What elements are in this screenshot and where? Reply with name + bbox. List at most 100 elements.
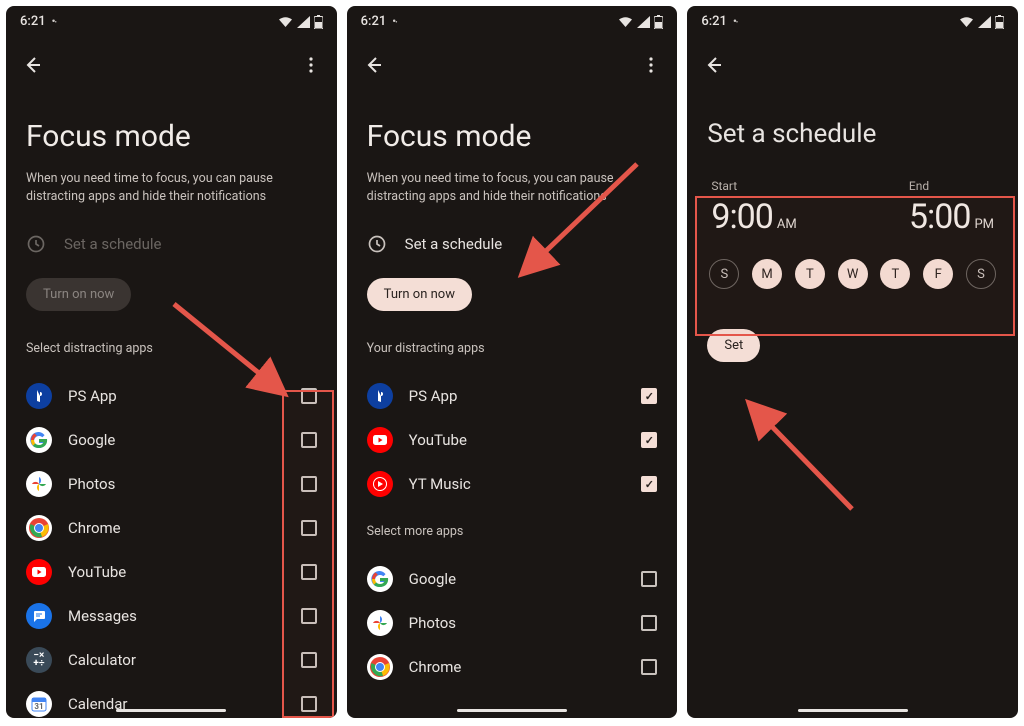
app-row[interactable]: 31Calendar bbox=[26, 682, 317, 718]
end-time: 5:00 bbox=[909, 197, 971, 237]
svg-text:31: 31 bbox=[34, 702, 43, 711]
battery-icon bbox=[995, 15, 1004, 29]
app-checkbox[interactable] bbox=[301, 520, 317, 536]
app-checkbox[interactable] bbox=[301, 564, 317, 580]
app-row[interactable]: PS App bbox=[26, 374, 317, 418]
messages-icon bbox=[26, 603, 52, 629]
your-app-row[interactable]: YouTube bbox=[367, 418, 658, 462]
app-checkbox[interactable] bbox=[301, 608, 317, 624]
status-time: 6:21 bbox=[361, 14, 387, 29]
more-app-row[interactable]: Chrome bbox=[367, 645, 658, 689]
ps-icon bbox=[367, 383, 393, 409]
day-toggle[interactable]: S bbox=[709, 259, 739, 289]
overflow-menu-button[interactable] bbox=[639, 53, 663, 77]
status-bar: 6:21 bbox=[347, 6, 678, 33]
app-name-label: YouTube bbox=[409, 431, 626, 449]
start-time-picker[interactable]: 9:00 AM bbox=[711, 197, 796, 237]
section-more-apps: Select more apps bbox=[367, 524, 658, 539]
app-name-label: YT Music bbox=[409, 475, 626, 493]
app-row[interactable]: Google bbox=[26, 418, 317, 462]
app-row[interactable]: YouTube bbox=[26, 550, 317, 594]
app-name-label: YouTube bbox=[68, 563, 285, 581]
status-notif-icon bbox=[392, 14, 396, 29]
nav-handle[interactable] bbox=[457, 709, 567, 712]
signal-icon bbox=[978, 16, 991, 28]
start-label: Start bbox=[711, 179, 796, 193]
clock-icon bbox=[26, 234, 46, 254]
app-checkbox[interactable] bbox=[301, 696, 317, 712]
app-checkbox[interactable] bbox=[641, 571, 657, 587]
nav-handle[interactable] bbox=[116, 709, 226, 712]
app-checkbox[interactable] bbox=[301, 388, 317, 404]
chrome-icon bbox=[367, 654, 393, 680]
section-label: Select distracting apps bbox=[26, 341, 317, 356]
app-checkbox[interactable] bbox=[641, 432, 657, 448]
top-nav bbox=[347, 33, 678, 83]
annotation-arrow bbox=[737, 391, 867, 521]
page-subtitle: When you need time to focus, you can pau… bbox=[26, 170, 317, 206]
status-time: 6:21 bbox=[701, 14, 727, 29]
battery-icon bbox=[314, 15, 323, 29]
app-row[interactable]: −×+÷Calculator bbox=[26, 638, 317, 682]
back-button[interactable] bbox=[20, 53, 44, 77]
day-toggle[interactable]: T bbox=[880, 259, 910, 289]
day-toggle[interactable]: T bbox=[795, 259, 825, 289]
app-checkbox[interactable] bbox=[641, 476, 657, 492]
app-name-label: Google bbox=[68, 431, 285, 449]
your-app-row[interactable]: PS App bbox=[367, 374, 658, 418]
back-button[interactable] bbox=[361, 53, 385, 77]
day-toggle[interactable]: S bbox=[966, 259, 996, 289]
end-ampm: PM bbox=[974, 217, 994, 232]
clock-icon bbox=[367, 234, 387, 254]
phone-screen-2: 6:21 Focus mode When you need time to fo… bbox=[347, 6, 678, 718]
app-name-label: Messages bbox=[68, 607, 285, 625]
start-ampm: AM bbox=[777, 217, 797, 232]
page-title: Focus mode bbox=[26, 119, 317, 154]
your-app-row[interactable]: YT Music bbox=[367, 462, 658, 506]
turn-on-now-button[interactable]: Turn on now bbox=[26, 278, 131, 311]
app-name-label: PS App bbox=[68, 387, 285, 405]
wifi-icon bbox=[278, 16, 293, 28]
google-icon bbox=[367, 566, 393, 592]
app-name-label: PS App bbox=[409, 387, 626, 405]
more-app-row[interactable]: Google bbox=[367, 557, 658, 601]
end-time-picker[interactable]: 5:00 PM bbox=[909, 197, 994, 237]
app-row[interactable]: Chrome bbox=[26, 506, 317, 550]
ytmusic-icon bbox=[367, 471, 393, 497]
day-toggle[interactable]: F bbox=[923, 259, 953, 289]
chrome-icon bbox=[26, 515, 52, 541]
status-time: 6:21 bbox=[20, 14, 46, 29]
wifi-icon bbox=[618, 16, 633, 28]
back-button[interactable] bbox=[701, 53, 725, 77]
status-notif-icon bbox=[52, 14, 56, 29]
app-name-label: Chrome bbox=[409, 658, 626, 676]
overflow-menu-button[interactable] bbox=[299, 53, 323, 77]
status-bar: 6:21 bbox=[687, 6, 1018, 33]
app-row[interactable]: Messages bbox=[26, 594, 317, 638]
top-nav bbox=[6, 33, 337, 83]
app-name-label: Chrome bbox=[68, 519, 285, 537]
wifi-icon bbox=[959, 16, 974, 28]
app-checkbox[interactable] bbox=[641, 659, 657, 675]
app-checkbox[interactable] bbox=[301, 652, 317, 668]
app-checkbox[interactable] bbox=[301, 476, 317, 492]
app-checkbox[interactable] bbox=[641, 615, 657, 631]
day-toggle[interactable]: M bbox=[752, 259, 782, 289]
nav-handle[interactable] bbox=[798, 709, 908, 712]
app-checkbox[interactable] bbox=[641, 388, 657, 404]
ps-icon bbox=[26, 383, 52, 409]
day-toggle[interactable]: W bbox=[838, 259, 868, 289]
app-checkbox[interactable] bbox=[301, 432, 317, 448]
set-schedule-row[interactable]: Set a schedule bbox=[367, 234, 658, 254]
end-label: End bbox=[909, 179, 994, 193]
turn-on-now-button[interactable]: Turn on now bbox=[367, 278, 472, 311]
set-schedule-row[interactable]: Set a schedule bbox=[26, 234, 317, 254]
set-button[interactable]: Set bbox=[707, 329, 760, 362]
section-your-apps: Your distracting apps bbox=[367, 341, 658, 356]
top-nav bbox=[687, 33, 1018, 83]
more-app-row[interactable]: Photos bbox=[367, 601, 658, 645]
app-row[interactable]: Photos bbox=[26, 462, 317, 506]
schedule-label: Set a schedule bbox=[64, 235, 162, 253]
signal-icon bbox=[297, 16, 310, 28]
page-title: Focus mode bbox=[367, 119, 658, 154]
